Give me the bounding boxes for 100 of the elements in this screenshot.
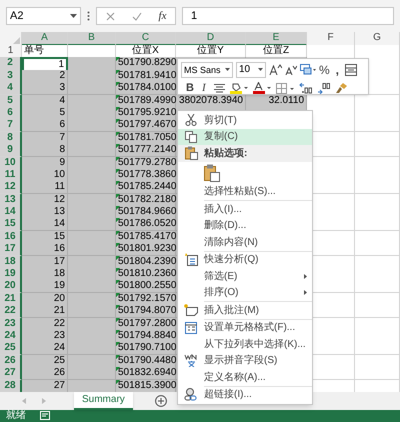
- row-header[interactable]: 24: [0, 330, 22, 343]
- table-cell: [68, 94, 116, 108]
- row-header[interactable]: 14: [0, 206, 22, 220]
- table-cell: 501794.8070: [116, 305, 176, 318]
- percent-style-button[interactable]: %: [319, 60, 330, 78]
- table-cell: 位置Z: [246, 45, 307, 58]
- menu-item[interactable]: 复制(C): [178, 128, 312, 145]
- table-cell: 3802078.3940: [176, 94, 246, 108]
- menu-item[interactable]: 超链接(I)...: [178, 386, 312, 403]
- column-header[interactable]: A: [22, 32, 68, 46]
- table-cell: 501781.7050: [116, 132, 176, 145]
- more-options-icon[interactable]: [87, 11, 90, 21]
- menu-item[interactable]: 从下拉列表中选择(K)...: [178, 336, 312, 352]
- row-header[interactable]: 18: [0, 256, 22, 269]
- row-header[interactable]: 20: [0, 280, 22, 294]
- sheet-tab[interactable]: Summary: [74, 392, 133, 410]
- row-header[interactable]: 11: [0, 168, 22, 182]
- row-header[interactable]: 6: [0, 106, 22, 120]
- format-icon[interactable]: [300, 64, 316, 75]
- formula-input[interactable]: 1: [182, 7, 394, 25]
- row-header[interactable]: 5: [0, 94, 22, 108]
- menu-item[interactable]: 选择性粘贴(S)...: [178, 184, 312, 200]
- row-header[interactable]: 16: [0, 230, 22, 244]
- phonetic-icon: [184, 354, 198, 368]
- table-cell: 10: [22, 168, 68, 182]
- menu-item[interactable]: 快速分析(Q): [178, 252, 312, 268]
- menu-item[interactable]: 删除(D)...: [178, 218, 312, 234]
- row-header[interactable]: 4: [0, 82, 22, 96]
- row-header[interactable]: 21: [0, 292, 22, 306]
- decrease-font-icon[interactable]: [285, 64, 297, 74]
- table-cell: 501801.9230: [116, 243, 176, 256]
- decrease-decimal-icon[interactable]: [298, 82, 312, 94]
- column-header[interactable]: E: [246, 32, 307, 46]
- table-cell: [68, 243, 116, 256]
- table-cell: 501789.4990: [116, 94, 176, 108]
- row-header[interactable]: 23: [0, 318, 22, 331]
- table-cell: 13: [22, 206, 68, 220]
- menu-item[interactable]: 排序(O): [178, 284, 312, 301]
- menu-item[interactable]: 剪切(T): [178, 112, 312, 128]
- table-cell: [68, 367, 116, 380]
- menu-item[interactable]: 插入(I)...: [178, 201, 312, 218]
- row-header[interactable]: 7: [0, 119, 22, 132]
- row-header[interactable]: 10: [0, 156, 22, 170]
- cancel-icon[interactable]: [106, 12, 114, 20]
- menu-item[interactable]: 设置单元格格式(F)...: [178, 320, 312, 336]
- table-cell: 501794.8840: [116, 330, 176, 343]
- row-header[interactable]: 28: [0, 380, 22, 393]
- row-header[interactable]: 22: [0, 305, 22, 318]
- format-painter-icon[interactable]: [334, 82, 348, 94]
- table-cell: 16: [22, 243, 68, 256]
- increase-font-icon[interactable]: [269, 64, 282, 75]
- menu-item[interactable]: 筛选(E): [178, 268, 312, 284]
- row-header[interactable]: 15: [0, 218, 22, 232]
- row-header[interactable]: 27: [0, 367, 22, 380]
- table-cell: 501784.0100: [116, 82, 176, 96]
- table-cell: 501797.2800: [116, 318, 176, 331]
- borders-icon[interactable]: [276, 82, 294, 94]
- row-header[interactable]: 17: [0, 243, 22, 256]
- insert-function-button[interactable]: fx: [158, 8, 166, 24]
- table-cell: 501797.4670: [116, 119, 176, 132]
- font-size-field[interactable]: 10: [236, 62, 266, 78]
- add-sheet-icon[interactable]: [154, 394, 167, 407]
- font-color-icon[interactable]: [252, 82, 271, 94]
- paste-option-icon[interactable]: [204, 164, 220, 182]
- merge-cells-icon[interactable]: [345, 64, 358, 76]
- name-box[interactable]: A2: [6, 7, 81, 25]
- table-cell: 7: [22, 132, 68, 145]
- row-header[interactable]: 1: [0, 45, 22, 58]
- menu-item[interactable]: 插入批注(M): [178, 302, 312, 318]
- row-header[interactable]: 26: [0, 354, 22, 368]
- table-cell: 3: [22, 82, 68, 96]
- column-header[interactable]: B: [68, 32, 116, 46]
- table-cell: [68, 380, 116, 393]
- row-header[interactable]: 25: [0, 342, 22, 356]
- fill-color-icon[interactable]: [230, 82, 248, 94]
- macro-record-icon[interactable]: [40, 411, 50, 420]
- menu-section-header: 粘贴选项:: [178, 145, 312, 162]
- increase-decimal-icon[interactable]: [316, 82, 330, 94]
- dropdown-icon: [70, 14, 77, 18]
- column-header[interactable]: C: [116, 32, 176, 46]
- column-header[interactable]: D: [176, 32, 246, 46]
- row-header[interactable]: 12: [0, 181, 22, 194]
- align-center-icon[interactable]: [214, 84, 225, 93]
- row-header[interactable]: 8: [0, 132, 22, 145]
- checkmark-icon[interactable]: [132, 12, 142, 20]
- row-header[interactable]: 13: [0, 194, 22, 207]
- comma-style-button[interactable]: ,: [332, 60, 342, 78]
- chain-link-icon: [184, 388, 198, 402]
- menu-item[interactable]: 显示拼音字段(S): [178, 352, 312, 369]
- table-cell: [68, 354, 116, 368]
- menu-item[interactable]: 清除内容(N): [178, 234, 312, 250]
- row-header[interactable]: 19: [0, 268, 22, 282]
- italic-button[interactable]: I: [198, 80, 209, 96]
- row-header[interactable]: 9: [0, 144, 22, 158]
- table-cell: 位置X: [116, 45, 176, 58]
- row-header[interactable]: 3: [0, 70, 22, 83]
- menu-item[interactable]: 定义名称(A)...: [178, 369, 312, 386]
- bold-button[interactable]: B: [186, 80, 194, 96]
- table-cell: [68, 292, 116, 306]
- font-name-field[interactable]: MS Sans: [181, 62, 233, 78]
